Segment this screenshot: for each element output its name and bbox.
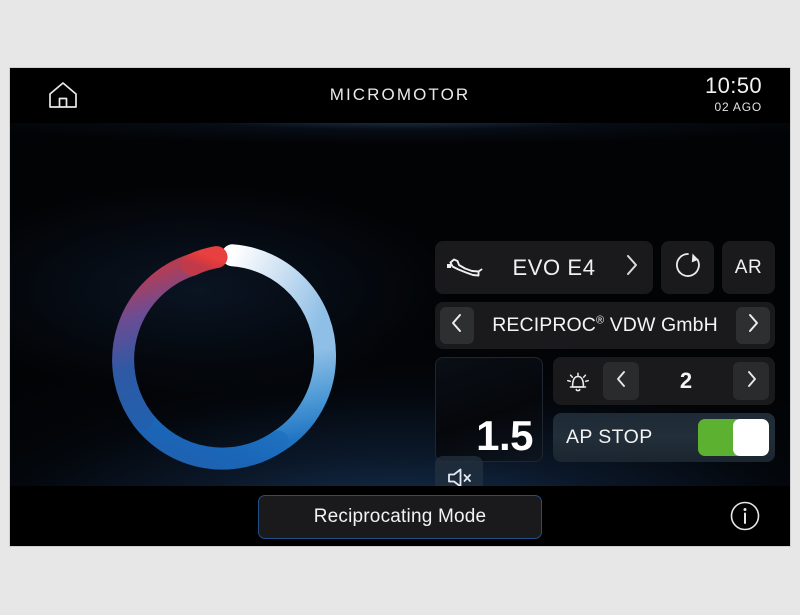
- control-panel: EVO E4 AR RECIPROC® VDW GmbH 1.5 2 AP ST…: [435, 241, 775, 462]
- file-system-selector: RECIPROC® VDW GmbH: [435, 302, 775, 349]
- ap-stop-toggle-knob: [733, 419, 769, 456]
- mode-label: Reciprocating Mode: [313, 506, 487, 527]
- device-screen: MICROMOTOR 10:50 02 AGO EVO E4 AR RECIPR…: [10, 68, 790, 546]
- info-circle-icon: [730, 501, 760, 531]
- clock-date: 02 AGO: [714, 100, 762, 114]
- ar-label: AR: [734, 256, 763, 278]
- clock-time: 10:50: [704, 73, 762, 98]
- handpiece-select-button[interactable]: EVO E4: [435, 241, 653, 294]
- screen-header: MICROMOTOR 10:50 02 AGO: [10, 68, 790, 123]
- right-control-stack: 2 AP STOP: [553, 357, 775, 462]
- clock: 10:50 02 AGO: [705, 74, 762, 115]
- info-button[interactable]: [728, 499, 762, 533]
- alarm-bell-icon: [563, 367, 593, 395]
- file-system-maker: VDW GmbH: [604, 314, 718, 336]
- ap-stop-label: AP STOP: [566, 426, 653, 448]
- torque-display[interactable]: 1.5: [435, 357, 543, 462]
- file-prev-button[interactable]: [440, 307, 474, 344]
- alarm-increment-button[interactable]: [733, 362, 769, 400]
- mute-button[interactable]: [435, 456, 483, 486]
- registered-mark: ®: [595, 314, 605, 327]
- alarm-decrement-button[interactable]: [603, 362, 639, 400]
- speed-ring-gauge: [110, 241, 340, 471]
- torque-value: 1.5: [476, 412, 533, 459]
- chevron-right-icon: [744, 369, 759, 394]
- file-system-name: RECIPROC: [492, 314, 596, 336]
- file-next-button[interactable]: [736, 307, 770, 344]
- handpiece-row: EVO E4 AR: [435, 241, 775, 294]
- ar-button[interactable]: AR: [722, 241, 775, 294]
- screen-main: EVO E4 AR RECIPROC® VDW GmbH 1.5 2 AP ST…: [10, 123, 790, 486]
- handpiece-label: EVO E4: [512, 254, 596, 280]
- alarm-value: 2: [679, 368, 693, 393]
- page-title: MICROMOTOR: [329, 85, 471, 104]
- rotation-clockwise-icon: [673, 250, 703, 285]
- speed-ring-gauge-icon: [112, 244, 337, 470]
- speaker-mute-icon: [444, 465, 474, 486]
- chevron-left-icon: [614, 369, 629, 394]
- chevron-left-icon: [449, 312, 465, 339]
- alarm-stepper-row: 2: [553, 357, 775, 405]
- page-background: MICROMOTOR 10:50 02 AGO EVO E4 AR RECIPR…: [0, 0, 800, 615]
- chevron-right-icon: [623, 252, 641, 283]
- rotation-direction-button[interactable]: [661, 241, 714, 294]
- ap-stop-row: AP STOP: [553, 413, 775, 462]
- lower-controls: 1.5 2 AP STOP: [435, 357, 775, 462]
- mode-button[interactable]: Reciprocating Mode: [258, 495, 542, 539]
- file-system-label: RECIPROC® VDW GmbH: [474, 314, 736, 337]
- ap-stop-toggle[interactable]: [698, 419, 769, 456]
- handpiece-icon: [445, 256, 485, 280]
- chevron-right-icon: [745, 312, 761, 339]
- screen-footer: Reciprocating Mode: [10, 486, 790, 546]
